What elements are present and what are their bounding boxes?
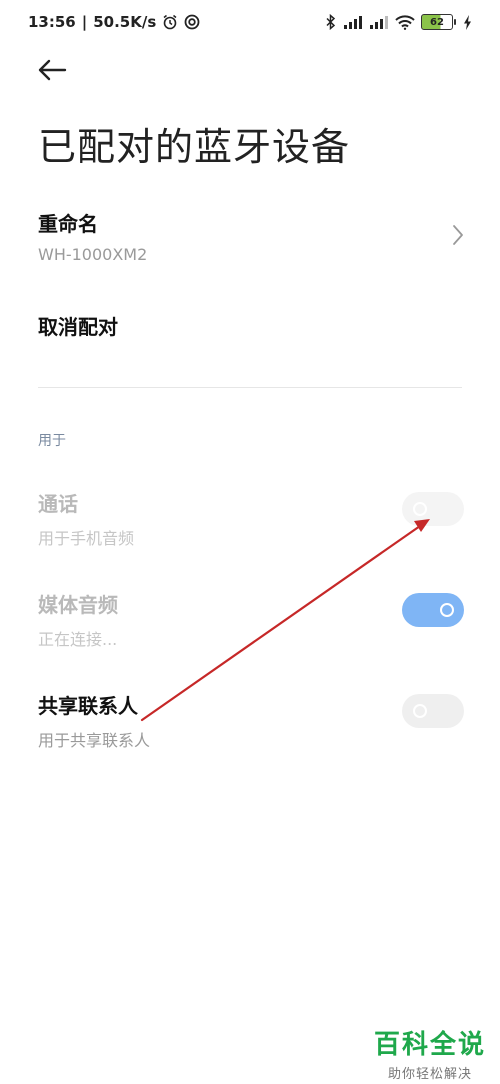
rename-row[interactable]: 重命名 WH-1000XM2 [38,208,464,264]
toggle-knob [440,603,454,617]
toggle-knob [413,502,427,516]
alarm-icon [162,14,178,30]
status-bar: 13:56 | 50.5K/s 62 [0,0,500,44]
share-contacts-toggle[interactable] [402,694,464,728]
media-audio-row: 媒体音频 正在连接... [38,589,464,650]
device-name: WH-1000XM2 [38,245,148,264]
signal-icon [343,15,363,29]
vpn-icon [184,14,200,30]
wifi-icon [395,14,415,30]
media-audio-toggle[interactable] [402,593,464,627]
divider [38,387,462,388]
toggle-knob [413,704,427,718]
network-speed: 50.5K/s [93,13,157,31]
call-audio-title: 通话 [38,492,78,516]
media-audio-title: 媒体音频 [38,593,118,617]
unpair-button[interactable]: 取消配对 [38,311,464,340]
back-button[interactable] [30,52,74,92]
call-audio-toggle[interactable] [402,492,464,526]
section-label-usage: 用于 [38,433,66,449]
back-arrow-icon [37,59,67,85]
status-separator: | [81,13,88,31]
rename-title: 重命名 [38,212,98,236]
share-contacts-row: 共享联系人 用于共享联系人 [38,690,464,751]
watermark-title: 百科全说 [373,1030,486,1060]
share-contacts-subtitle: 用于共享联系人 [38,731,151,750]
bluetooth-icon [325,14,337,30]
status-time: 13:56 [28,13,76,31]
chevron-right-icon [452,224,464,250]
watermark-subtitle: 助你轻松解决 [387,1067,472,1082]
battery-level: 62 [430,16,444,28]
page-title: 已配对的蓝牙设备 [38,125,351,169]
media-audio-subtitle: 正在连接... [38,630,118,649]
call-audio-subtitle: 用于手机音频 [38,529,135,548]
status-right: 62 [325,14,472,30]
signal-icon [369,15,389,29]
battery-icon: 62 [421,14,456,30]
call-audio-row: 通话 用于手机音频 [38,488,464,549]
watermark: 百科全说 助你轻松解决 [374,1024,486,1082]
share-contacts-title: 共享联系人 [38,694,138,718]
unpair-title: 取消配对 [38,315,118,339]
status-left: 13:56 | 50.5K/s [28,13,200,31]
charging-icon [463,14,472,30]
